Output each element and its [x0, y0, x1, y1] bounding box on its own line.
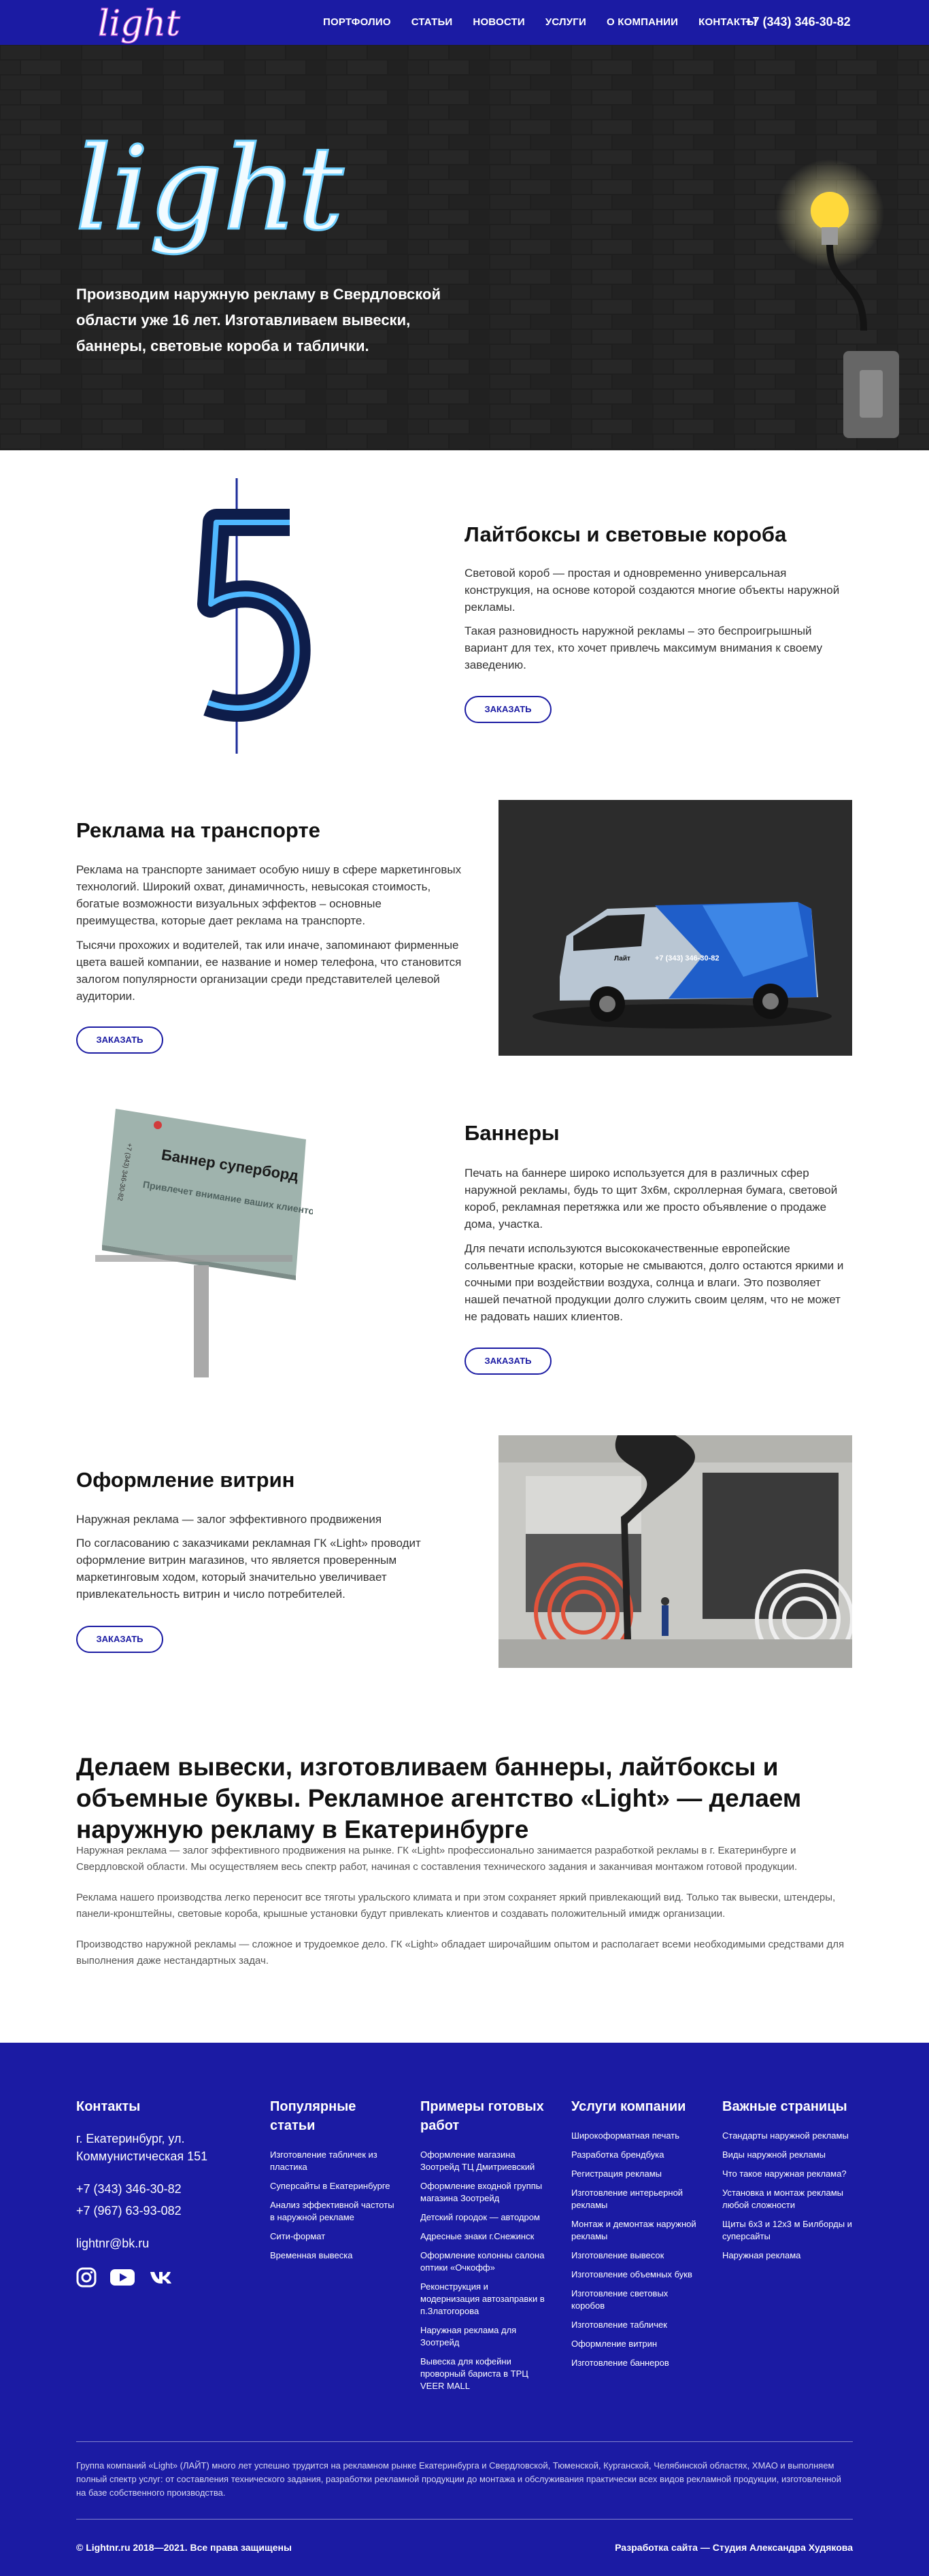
shop-window-street-image — [499, 1435, 852, 1668]
section-text-lightboxes-2: Такая разновидность наружной рекламы – э… — [464, 624, 823, 671]
footer-column-title: Услуги компании — [571, 2099, 686, 2114]
footer-link[interactable]: Изготовление вывесок — [571, 2249, 700, 2262]
footer-link[interactable]: Изготовление баннеров — [571, 2357, 700, 2369]
section-text-lightboxes-1: Световой короб — простая и одновременно … — [464, 567, 840, 614]
footer-link[interactable]: Оформление входной группы магазина Зоотр… — [420, 2180, 550, 2205]
footer-address: г. Екатеринбург, ул. Коммунистическая 15… — [76, 2132, 208, 2163]
vk-icon[interactable] — [149, 2270, 172, 2285]
footer-column-portfolio: Примеры готовых работ Оформление магазин… — [420, 2097, 550, 2399]
developer-link[interactable]: Разработка сайта — Студия Александра Худ… — [615, 2542, 853, 2553]
section-title-transport: Реклама на транспорте — [76, 818, 320, 842]
svg-text:Лайт: Лайт — [614, 955, 630, 963]
section-title-lightboxes: Лайтбоксы и световые короба — [464, 522, 787, 546]
footer-link[interactable]: Наружная реклама — [722, 2249, 853, 2262]
seo-title: Делаем вывески, изготовливаем баннеры, л… — [76, 1753, 802, 1843]
seo-text-1: Наружная реклама — залог эффективного пр… — [76, 1845, 798, 1873]
order-button-banners[interactable]: ЗАКАЗАТЬ — [464, 1348, 552, 1375]
footer-link[interactable]: Оформление колонны салона оптики «Очкофф… — [420, 2249, 550, 2274]
footer-link[interactable]: Установка и монтаж рекламы любой сложнос… — [722, 2187, 853, 2211]
footer-link[interactable]: Стандарты наружной рекламы — [722, 2130, 853, 2142]
footer-link[interactable]: Реконструкция и модернизация автозаправк… — [420, 2281, 550, 2318]
brick-wall-background: light — [0, 45, 929, 450]
section-text-banners-2: Для печати используются высококачественн… — [464, 1242, 844, 1323]
footer-column-title: Популярные статьи — [270, 2099, 356, 2133]
copyright: © Lightnr.ru 2018—2021. Все права защище… — [76, 2542, 292, 2553]
footer-phone-1[interactable]: +7 (343) 346-30-82 — [76, 2180, 233, 2198]
footer-link[interactable]: Сити-формат — [270, 2230, 399, 2243]
footer-link[interactable]: Что такое наружная реклама? — [722, 2168, 853, 2180]
nav-about[interactable]: О КОМПАНИИ — [607, 16, 678, 28]
footer-link[interactable]: Временная вывеска — [270, 2249, 399, 2262]
section-text-transport-1: Реклама на транспорте занимает особую ни… — [76, 863, 462, 927]
footer-link[interactable]: Наружная реклама для Зоотрейд — [420, 2324, 550, 2349]
footer-link[interactable]: Монтаж и демонтаж наружной рекламы — [571, 2218, 700, 2243]
header-phone[interactable]: +7 (343) 346-30-82 — [745, 15, 851, 29]
footer-link[interactable]: Детский городок — автодром — [420, 2211, 550, 2224]
footer-link[interactable]: Широкоформатная печать — [571, 2130, 700, 2142]
branded-van-image: Лайт +7 (343) 346-30-82 — [499, 800, 852, 1056]
instagram-icon[interactable] — [76, 2267, 97, 2288]
footer-column-services: Услуги компании Широкоформатная печать Р… — [571, 2097, 700, 2376]
footer-column-important: Важные страницы Стандарты наружной рекла… — [722, 2097, 853, 2269]
footer-column-articles: Популярные статьи Изготовление табличек … — [270, 2097, 399, 2269]
footer-link[interactable]: Изготовление табличек из пластика — [270, 2149, 399, 2173]
footer-column-title: Примеры готовых работ — [420, 2099, 544, 2133]
seo-text-2: Реклама нашего производства легко перено… — [76, 1892, 836, 1920]
main-nav: ПОРТФОЛИО СТАТЬИ НОВОСТИ УСЛУГИ О КОМПАН… — [323, 16, 777, 28]
order-button-windows[interactable]: ЗАКАЗАТЬ — [76, 1626, 163, 1653]
youtube-icon[interactable] — [110, 2268, 135, 2287]
footer: Контакты г. Екатеринбург, ул. Коммунисти… — [0, 2043, 929, 2576]
footer-link[interactable]: Разработка брендбука — [571, 2149, 700, 2161]
nav-news[interactable]: НОВОСТИ — [473, 16, 524, 28]
svg-text:+7 (343) 346-30-82: +7 (343) 346-30-82 — [655, 954, 719, 963]
footer-divider — [76, 2519, 853, 2520]
hero-banner: light Производим наружную рекламу в Свер… — [0, 45, 929, 450]
footer-link[interactable]: Оформление витрин — [571, 2338, 700, 2350]
footer-link[interactable]: Оформление магазина Зоотрейд ТЦ Дмитриев… — [420, 2149, 550, 2173]
hero-tagline: Производим наружную рекламу в Свердловск… — [76, 286, 441, 354]
nav-articles[interactable]: СТАТЬИ — [411, 16, 453, 28]
section-text-windows-1: Наружная реклама — залог эффективного пр… — [76, 1513, 382, 1526]
footer-link[interactable]: Регистрация рекламы — [571, 2168, 700, 2180]
footer-about-text: Группа компаний «Light» (ЛАЙТ) много лет… — [76, 2460, 841, 2498]
section-text-banners-1: Печать на баннере широко используется дл… — [464, 1167, 838, 1231]
seo-text-3: Производство наружной рекламы — сложное … — [76, 1939, 845, 1967]
footer-contacts: Контакты г. Екатеринбург, ул. Коммунисти… — [76, 2097, 233, 2288]
footer-link[interactable]: Изготовление табличек — [571, 2319, 700, 2331]
page: light ПОРТФОЛИО СТАТЬИ НОВОСТИ УСЛУГИ О … — [0, 0, 929, 2576]
footer-divider — [76, 2441, 853, 2442]
order-button-transport[interactable]: ЗАКАЗАТЬ — [76, 1026, 163, 1054]
order-button-lightboxes[interactable]: ЗАКАЗАТЬ — [464, 696, 552, 723]
nav-services[interactable]: УСЛУГИ — [545, 16, 586, 28]
site-logo[interactable]: light — [92, 3, 195, 50]
footer-link[interactable]: Изготовление световых коробов — [571, 2288, 700, 2312]
footer-link[interactable]: Щиты 6х3 и 12х3 м Билборды и суперсайты — [722, 2218, 853, 2243]
footer-contacts-title: Контакты — [76, 2099, 141, 2114]
section-text-transport-2: Тысячи прохожих и водителей, так или ина… — [76, 939, 462, 1003]
svg-text:light: light — [98, 3, 180, 44]
footer-link[interactable]: Изготовление интерьерной рекламы — [571, 2187, 700, 2211]
light-switch-icon — [843, 351, 899, 438]
footer-link[interactable]: Анализ эффективной частоты в наружной ре… — [270, 2199, 399, 2224]
footer-link[interactable]: Суперсайты в Екатеринбурге — [270, 2180, 399, 2192]
billboard-image: Баннер суперборд Привлечет внимание ваши… — [95, 1109, 313, 1377]
hero-neon-logo: light — [75, 122, 344, 256]
neon-number-five-icon — [197, 478, 311, 754]
footer-column-title: Важные страницы — [722, 2099, 847, 2114]
footer-link[interactable]: Вывеска для кофейни проворный бариста в … — [420, 2356, 550, 2392]
footer-email[interactable]: lightnr@bk.ru — [76, 2235, 233, 2252]
top-navigation-bar: light ПОРТФОЛИО СТАТЬИ НОВОСТИ УСЛУГИ О … — [0, 0, 929, 45]
footer-link[interactable]: Изготовление объемных букв — [571, 2269, 700, 2281]
section-title-windows: Оформление витрин — [76, 1468, 295, 1492]
footer-phone-2[interactable]: +7 (967) 63-93-082 — [76, 2202, 233, 2220]
section-text-windows-2: По согласованию с заказчиками рекламная … — [76, 1537, 421, 1601]
footer-link[interactable]: Адресные знаки г.Снежинск — [420, 2230, 550, 2243]
social-links — [76, 2267, 233, 2288]
section-title-banners: Баннеры — [464, 1121, 560, 1145]
footer-link[interactable]: Виды наружной рекламы — [722, 2149, 853, 2161]
nav-portfolio[interactable]: ПОРТФОЛИО — [323, 16, 391, 28]
